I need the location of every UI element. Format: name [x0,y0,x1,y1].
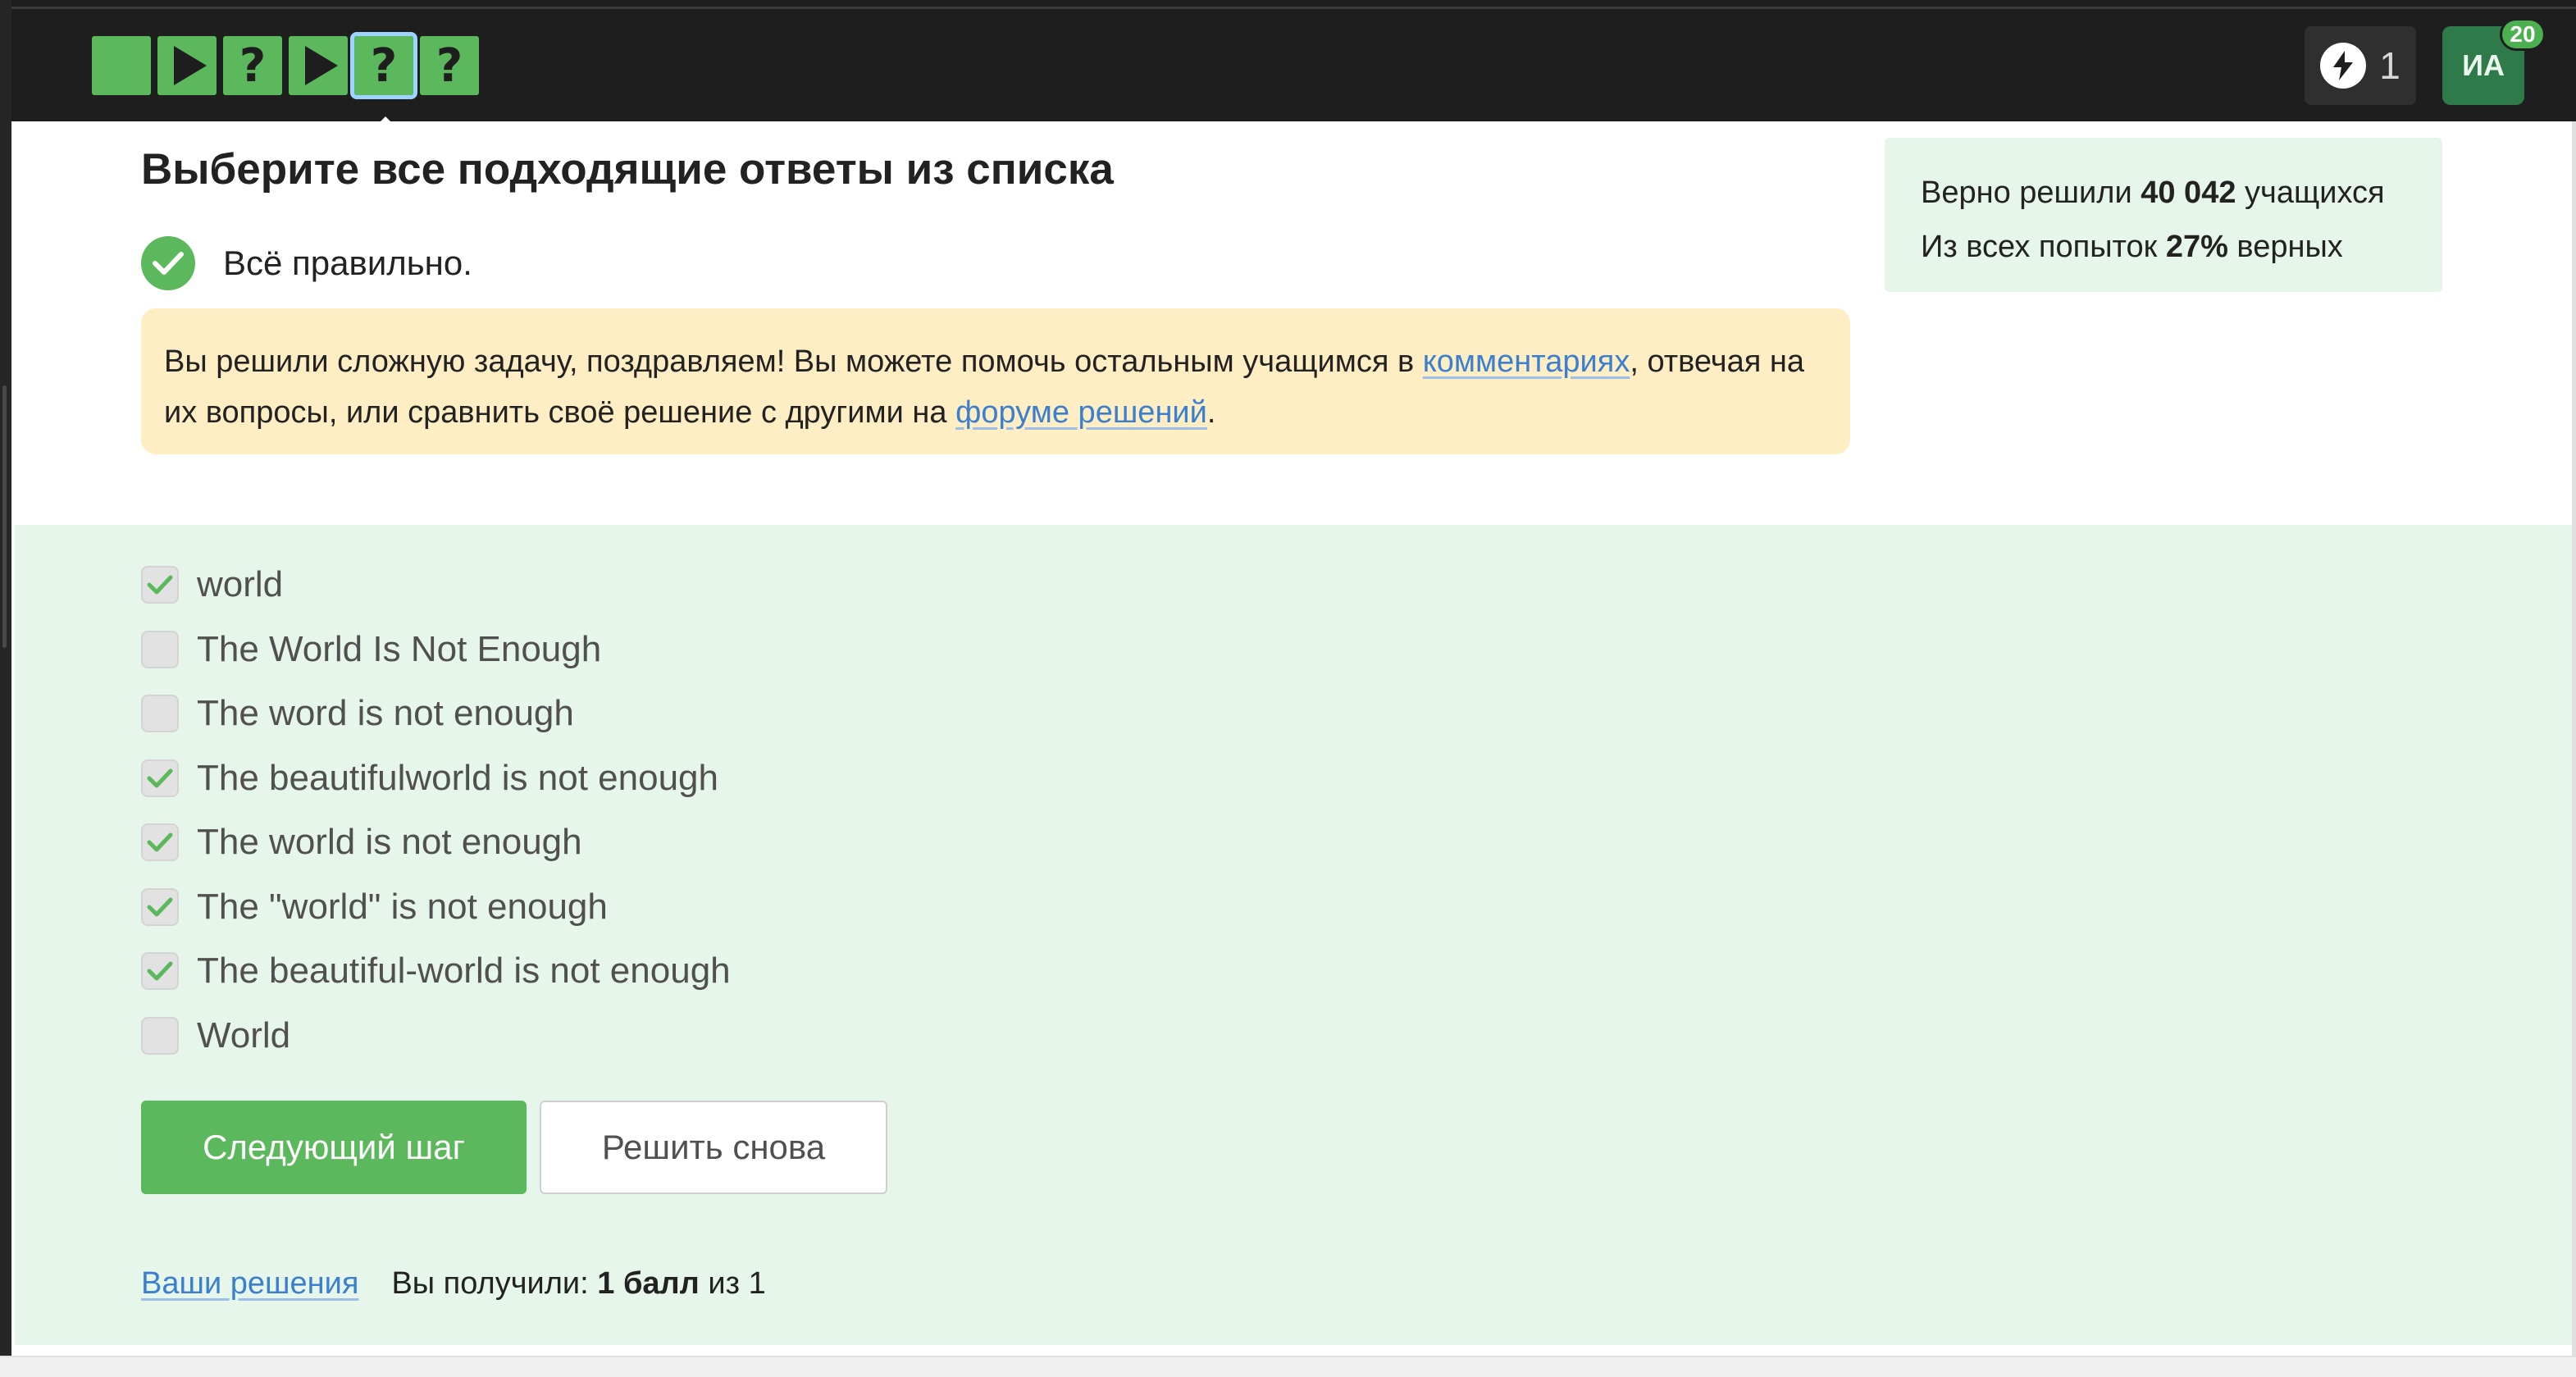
checkmark-icon [147,897,173,917]
solve-again-button[interactable]: Решить снова [540,1101,887,1194]
checkbox-checked[interactable] [141,888,179,926]
status-text: Всё правильно. [223,244,472,282]
step-5-quiz-current[interactable]: ? [350,32,417,128]
checkmark-icon [147,768,173,788]
answer-option[interactable]: The word is not enough [141,693,574,734]
answer-option[interactable]: The beautifulworld is not enough [141,758,718,799]
option-label: The world is not enough [197,822,582,862]
step-6-quiz[interactable]: ? [420,36,479,95]
checkbox-unchecked[interactable] [141,1017,179,1055]
score-value: 1 балл [597,1266,700,1301]
solved-count: 40 042 [2141,176,2236,210]
solved-count-line: Верно решили 40 042 учащихся [1921,166,2406,220]
stats-label: Верно решили [1921,176,2141,210]
stats-label: Из всех попыток [1921,230,2166,264]
checkmark-icon [147,832,173,852]
score-text: Вы получили: 1 балл из 1 [391,1266,765,1302]
task-title: Выберите все подходящие ответы из списка [141,145,1114,194]
play-icon [174,46,207,85]
notice-text-3: . [1206,395,1216,430]
stats-label: верных [2227,230,2343,264]
left-sidebar-edge [0,0,11,1377]
top-bar: ? ? ? 1 ИА 20 [0,0,2576,128]
answer-option[interactable]: The world is not enough [141,822,582,863]
success-rate: 27% [2165,230,2228,264]
option-label: The beautiful-world is not enough [197,951,731,991]
sidebar-scroll-indicator [2,385,7,648]
checkbox-checked[interactable] [141,566,179,604]
notice-text-1: Вы решили сложную задачу, поздравляем! В… [164,344,1423,379]
top-divider [0,7,2576,9]
lightning-icon [2320,43,2367,89]
forum-link[interactable]: форуме решений [955,395,1207,430]
answer-option[interactable]: World [141,1015,290,1056]
answer-option[interactable]: The World Is Not Enough [141,629,601,670]
step-1-blank[interactable] [92,36,151,95]
checkbox-checked[interactable] [141,759,179,797]
bottom-edge [0,1356,2576,1377]
checkmark-icon [147,575,173,595]
congrats-notice: Вы решили сложную задачу, поздравляем! В… [141,308,1850,454]
step-2-video[interactable] [157,36,217,95]
result-footer: Ваши решения Вы получили: 1 балл из 1 [141,1266,766,1302]
option-label: The word is not enough [197,693,574,733]
step-4-video[interactable] [289,36,348,95]
avatar-initials: ИА [2462,48,2505,82]
checkbox-checked[interactable] [141,823,179,861]
option-label: The "world" is not enough [197,887,608,927]
play-icon [305,46,338,85]
option-label: World [197,1015,291,1056]
answer-option[interactable]: world [141,564,283,605]
option-label: world [197,564,284,604]
score-total: из 1 [699,1266,766,1301]
checkbox-checked[interactable] [141,952,179,990]
stats-panel: Верно решили 40 042 учащихся Из всех поп… [1885,138,2442,292]
right-edge [2572,121,2576,1356]
option-label: The beautifulworld is not enough [197,758,718,798]
question-icon: ? [435,39,463,93]
success-check-icon [141,236,195,290]
answer-option[interactable]: The beautiful-world is not enough [141,951,731,992]
next-step-button[interactable]: Следующий шаг [141,1101,527,1194]
energy-count: 1 [2379,44,2400,87]
notification-badge: 20 [2500,18,2546,51]
checkmark-icon [147,961,173,981]
step-3-quiz[interactable]: ? [223,36,282,95]
score-label: Вы получили: [391,1266,598,1301]
step-navigation: ? ? ? [92,32,479,128]
question-icon: ? [239,39,267,93]
energy-button[interactable]: 1 [2305,26,2416,105]
comments-link[interactable]: комментариях [1423,344,1630,379]
answer-option[interactable]: The "world" is not enough [141,887,608,928]
your-solutions-link[interactable]: Ваши решения [141,1266,358,1302]
result-status: Всё правильно. [141,236,472,290]
option-label: The World Is Not Enough [197,629,602,669]
app-frame: ? ? ? 1 ИА 20 Выберите все подходящие от… [0,0,2576,1377]
question-icon: ? [370,39,398,93]
checkbox-unchecked[interactable] [141,631,179,668]
stats-label: учащихся [2236,176,2385,210]
checkbox-unchecked[interactable] [141,695,179,732]
success-rate-line: Из всех попыток 27% верных [1921,220,2406,274]
